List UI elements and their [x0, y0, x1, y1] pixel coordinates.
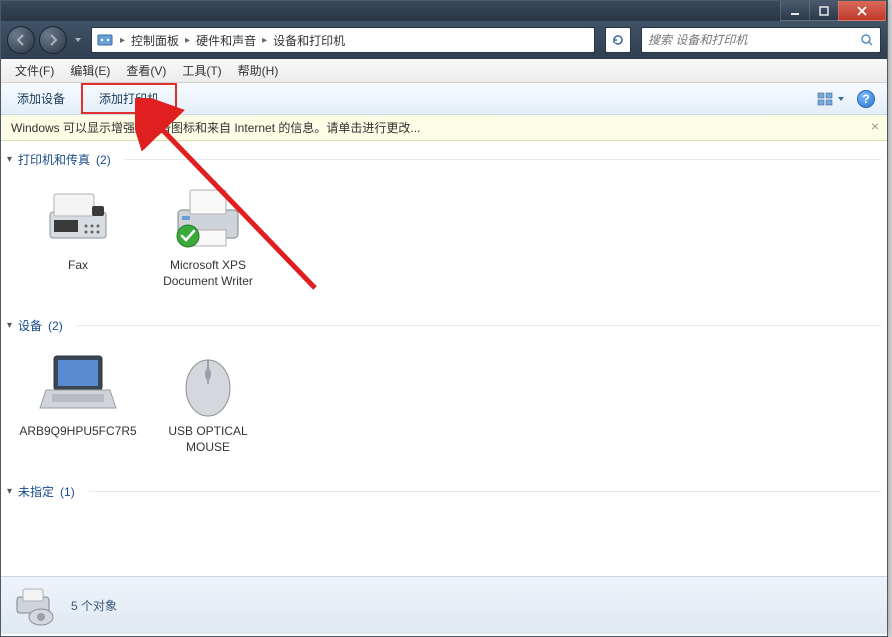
group-title: 设备 [18, 317, 42, 334]
control-panel-icon [96, 31, 114, 49]
chevron-right-icon: ▸ [183, 35, 192, 46]
device-item-fax[interactable]: Fax [23, 182, 133, 289]
info-bar-text: Windows 可以显示增强型设备图标和来自 Internet 的信息。请单击进… [11, 119, 420, 136]
search-input[interactable] [648, 33, 860, 47]
menu-view[interactable]: 查看(V) [118, 62, 174, 79]
menu-help[interactable]: 帮助(H) [230, 62, 287, 79]
menu-edit[interactable]: 编辑(E) [62, 62, 118, 79]
device-label: Fax [68, 258, 88, 274]
group-header-unspecified[interactable]: ▾ 未指定 (1) [7, 479, 881, 504]
navigation-bar: ▸ 控制面板 ▸ 硬件和声音 ▸ 设备和打印机 [1, 21, 887, 59]
device-label: ARB9Q9HPU5FC7R5 [19, 424, 136, 440]
refresh-button[interactable] [605, 27, 631, 53]
printer-icon [166, 182, 250, 254]
breadcrumb-item[interactable]: 设备和打印机 [269, 32, 349, 49]
collapse-icon: ▾ [7, 486, 12, 497]
group-title: 打印机和传真 [18, 151, 90, 168]
close-button[interactable] [838, 1, 886, 21]
laptop-icon [36, 348, 120, 420]
chevron-down-icon [837, 95, 845, 103]
group-title: 未指定 [18, 483, 54, 500]
forward-button[interactable] [39, 26, 67, 54]
group-count: (2) [48, 319, 63, 333]
fax-icon [36, 182, 120, 254]
device-label: Microsoft XPS Document Writer [153, 258, 263, 289]
status-text: 5 个对象 [71, 597, 117, 614]
device-item-mouse[interactable]: USB OPTICAL MOUSE [153, 348, 263, 455]
group-count: (1) [60, 485, 75, 499]
info-bar-close[interactable]: × [871, 118, 879, 134]
info-bar[interactable]: Windows 可以显示增强型设备图标和来自 Internet 的信息。请单击进… [1, 115, 887, 141]
menu-bar: 文件(F) 编辑(E) 查看(V) 工具(T) 帮助(H) [1, 59, 887, 83]
explorer-window: ▸ 控制面板 ▸ 硬件和声音 ▸ 设备和打印机 文件(F) 编辑(E) 查看(V… [0, 0, 888, 637]
menu-tools[interactable]: 工具(T) [174, 62, 229, 79]
maximize-button[interactable] [809, 1, 839, 21]
group-header-printers[interactable]: ▾ 打印机和传真 (2) [7, 147, 881, 172]
add-printer-button[interactable]: 添加打印机 [81, 83, 177, 114]
chevron-right-icon: ▸ [260, 35, 269, 46]
group-count: (2) [96, 153, 111, 167]
menu-file[interactable]: 文件(F) [7, 62, 62, 79]
device-item-xps[interactable]: Microsoft XPS Document Writer [153, 182, 263, 289]
breadcrumb-item[interactable]: 控制面板 [127, 32, 183, 49]
status-icon [11, 585, 59, 627]
help-button[interactable]: ? [857, 90, 875, 108]
command-bar: 添加设备 添加打印机 ? [1, 83, 887, 115]
search-icon [860, 33, 874, 47]
status-bar: 5 个对象 [1, 576, 887, 634]
group-header-devices[interactable]: ▾ 设备 (2) [7, 313, 881, 338]
collapse-icon: ▾ [7, 320, 12, 331]
address-bar[interactable]: ▸ 控制面板 ▸ 硬件和声音 ▸ 设备和打印机 [91, 27, 595, 53]
nav-history-dropdown[interactable] [71, 33, 85, 47]
minimize-button[interactable] [780, 1, 810, 21]
add-device-button[interactable]: 添加设备 [1, 83, 81, 114]
mouse-icon [166, 348, 250, 420]
device-item-computer[interactable]: ARB9Q9HPU5FC7R5 [23, 348, 133, 455]
titlebar [1, 1, 887, 21]
device-label: USB OPTICAL MOUSE [153, 424, 263, 455]
breadcrumb-item[interactable]: 硬件和声音 [192, 32, 260, 49]
back-button[interactable] [7, 26, 35, 54]
search-box[interactable] [641, 27, 881, 53]
collapse-icon: ▾ [7, 154, 12, 165]
breadcrumb-dropdown-icon[interactable]: ▸ [118, 35, 127, 46]
content-area: ▾ 打印机和传真 (2) Fax [1, 141, 887, 576]
view-options-button[interactable] [817, 92, 845, 106]
